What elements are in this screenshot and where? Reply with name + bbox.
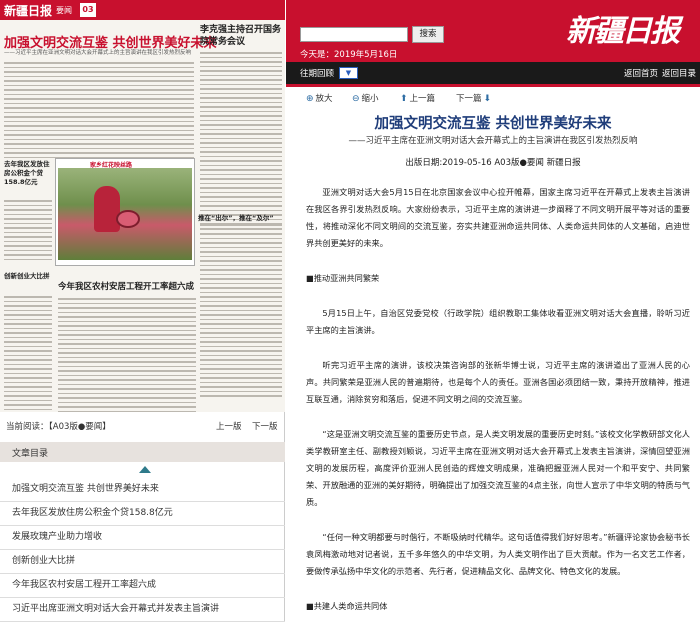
page-nav-bar: 当前阅读：【A03版●要闻】 上一版 下一版 — [0, 419, 285, 435]
past-issues-label: 往期回顾 — [300, 69, 335, 79]
prev-article-button[interactable]: ⬆ 上一篇 — [400, 92, 435, 104]
paper-masthead-section: 要闻 — [56, 6, 72, 15]
toc-header: 文章目录 — [0, 442, 285, 462]
toc-collapse-arrow-icon[interactable] — [139, 466, 151, 473]
article-body: 亚洲文明对话大会5月15日在北京国家会议中心拉开帷幕，国家主席习近平在开幕式上发… — [306, 184, 690, 615]
prev-article-label: 上一篇 — [409, 94, 436, 104]
toc-item[interactable]: 创新创业大比拼 — [0, 550, 285, 574]
paper-text-block — [4, 62, 194, 161]
back-home-link[interactable]: 返回首页 — [624, 67, 658, 79]
article-meta: 出版日期:2019-05-16 A03版●要闻 新疆日报 — [405, 158, 581, 168]
next-article-button[interactable]: 下一篇 ⬇ — [456, 92, 493, 104]
past-issues-select[interactable]: ▼ — [339, 67, 358, 79]
paper-farm-headline[interactable]: 今年我区农村安居工程开工率超六成 — [58, 280, 194, 292]
toc-item[interactable]: 今年我区农村安居工程开工率超六成 — [0, 574, 285, 598]
site-logo: 新疆日报 — [566, 14, 680, 49]
paper-text-block — [200, 52, 282, 232]
toc-item[interactable]: 去年我区发放住房公积金个贷158.8亿元 — [0, 502, 285, 526]
toc-item[interactable]: 习近平出席亚洲文明对话大会开幕式并发表主旨演讲 — [0, 598, 285, 622]
search-button[interactable]: 搜索 — [412, 26, 444, 43]
header-divider — [286, 84, 700, 87]
zoom-in-icon: ⊕ — [306, 94, 314, 104]
article-paragraph: “这是亚洲文明交流互鉴的重要历史节点，是人类文明发展的重要历史时刻。”该校文化学… — [306, 429, 690, 507]
paper-masthead-logo: 新疆日报 — [4, 4, 53, 18]
toc-item[interactable]: 加强文明交流互鉴 共创世界美好未来 — [0, 478, 285, 502]
photo-person — [94, 186, 120, 232]
next-page-link[interactable]: 下一版 — [252, 420, 278, 432]
page-root: 新疆日报 要闻 03 加强文明交流互鉴 共创世界美好未来 ——习近平主席在亚洲文… — [0, 0, 700, 622]
newspaper-page-thumbnail[interactable]: 新疆日报 要闻 03 加强文明交流互鉴 共创世界美好未来 ——习近平主席在亚洲文… — [0, 0, 285, 412]
paper-text-block — [200, 224, 282, 400]
paper-left-blurb[interactable]: 创新创业大比拼 — [4, 272, 52, 281]
paper-left-blurb[interactable]: 去年我区发放住房公积金个贷158.8亿元 — [4, 160, 52, 187]
article-paragraph: “任何一种文明都要与时偕行，不断吸纳时代精华。这句话值得我们好好思考。”新疆评论… — [306, 532, 690, 576]
article-paragraph: 5月15日上午，自治区党委党校（行政学院）组织教职工集体收看亚洲文明对话大会直播… — [306, 308, 690, 335]
paper-right-blurb[interactable]: 推在“出尔”，推在“及尔” — [198, 212, 274, 222]
paper-page-number: 03 — [80, 3, 96, 17]
arrow-down-icon: ⬇ — [483, 94, 492, 104]
paper-text-block — [4, 200, 52, 263]
toc-list: 加强文明交流互鉴 共创世界美好未来 去年我区发放住房公积金个贷158.8亿元 发… — [0, 478, 285, 622]
back-directory-link[interactable]: 返回目录 — [662, 67, 696, 79]
toc-item[interactable]: 发展玫瑰产业助力增收 — [0, 526, 285, 550]
paper-right-headline[interactable]: 李克强主持召开国务院常务会议 — [200, 24, 284, 48]
article-title: 加强文明交流互鉴 共创世界美好未来 — [374, 116, 612, 132]
search-input[interactable] — [300, 27, 408, 42]
article-panel: 搜索 今天是：2019年5月16日 新疆日报 往期回顾 ▼ 返回首页 返回目录 … — [286, 0, 700, 622]
photo-basket — [116, 210, 140, 228]
zoom-in-label: 放大 — [315, 94, 333, 104]
article-paragraph: 听完习近平主席的演讲，该校决策咨询部的张新华博士说，习近平主席的演讲道出了亚洲人… — [306, 360, 690, 404]
arrow-up-icon: ⬆ — [400, 94, 408, 104]
paper-photo-rose-picker — [58, 168, 192, 260]
today-date: 今天是：2019年5月16日 — [300, 50, 398, 60]
toc-header-label: 文章目录 — [12, 449, 49, 459]
zoom-out-button[interactable]: ⊖ 缩小 — [352, 92, 379, 104]
archive-bar: 往期回顾 ▼ 返回首页 返回目录 — [286, 62, 700, 84]
article-paragraph: 亚洲文明对话大会5月15日在北京国家会议中心拉开帷幕，国家主席习近平在开幕式上发… — [306, 187, 690, 248]
prev-page-link[interactable]: 上一版 — [216, 420, 242, 432]
article-section-heading: ■共建人类命运共同体 — [306, 601, 388, 611]
article-section-heading: ■推动亚洲共同繁荣 — [306, 273, 380, 283]
left-panel: 新疆日报 要闻 03 加强文明交流互鉴 共创世界美好未来 ——习近平主席在亚洲文… — [0, 0, 285, 622]
zoom-in-button[interactable]: ⊕ 放大 — [306, 92, 333, 104]
next-article-label: 下一篇 — [456, 94, 482, 104]
site-header: 搜索 今天是：2019年5月16日 新疆日报 — [286, 0, 700, 62]
paper-text-block — [4, 296, 52, 412]
paper-text-block — [58, 298, 196, 412]
zoom-out-label: 缩小 — [361, 94, 379, 104]
current-page-label: 当前阅读：【A03版●要闻】 — [6, 422, 111, 432]
zoom-out-icon: ⊖ — [352, 94, 360, 104]
paper-subheadline: ——习近平主席在亚洲文明对话大会开幕式上的主旨演讲在我区引发热烈反响 — [4, 50, 192, 56]
article-subtitle: ——习近平主席在亚洲文明对话大会开幕式上的主旨演讲在我区引发热烈反响 — [348, 136, 638, 146]
